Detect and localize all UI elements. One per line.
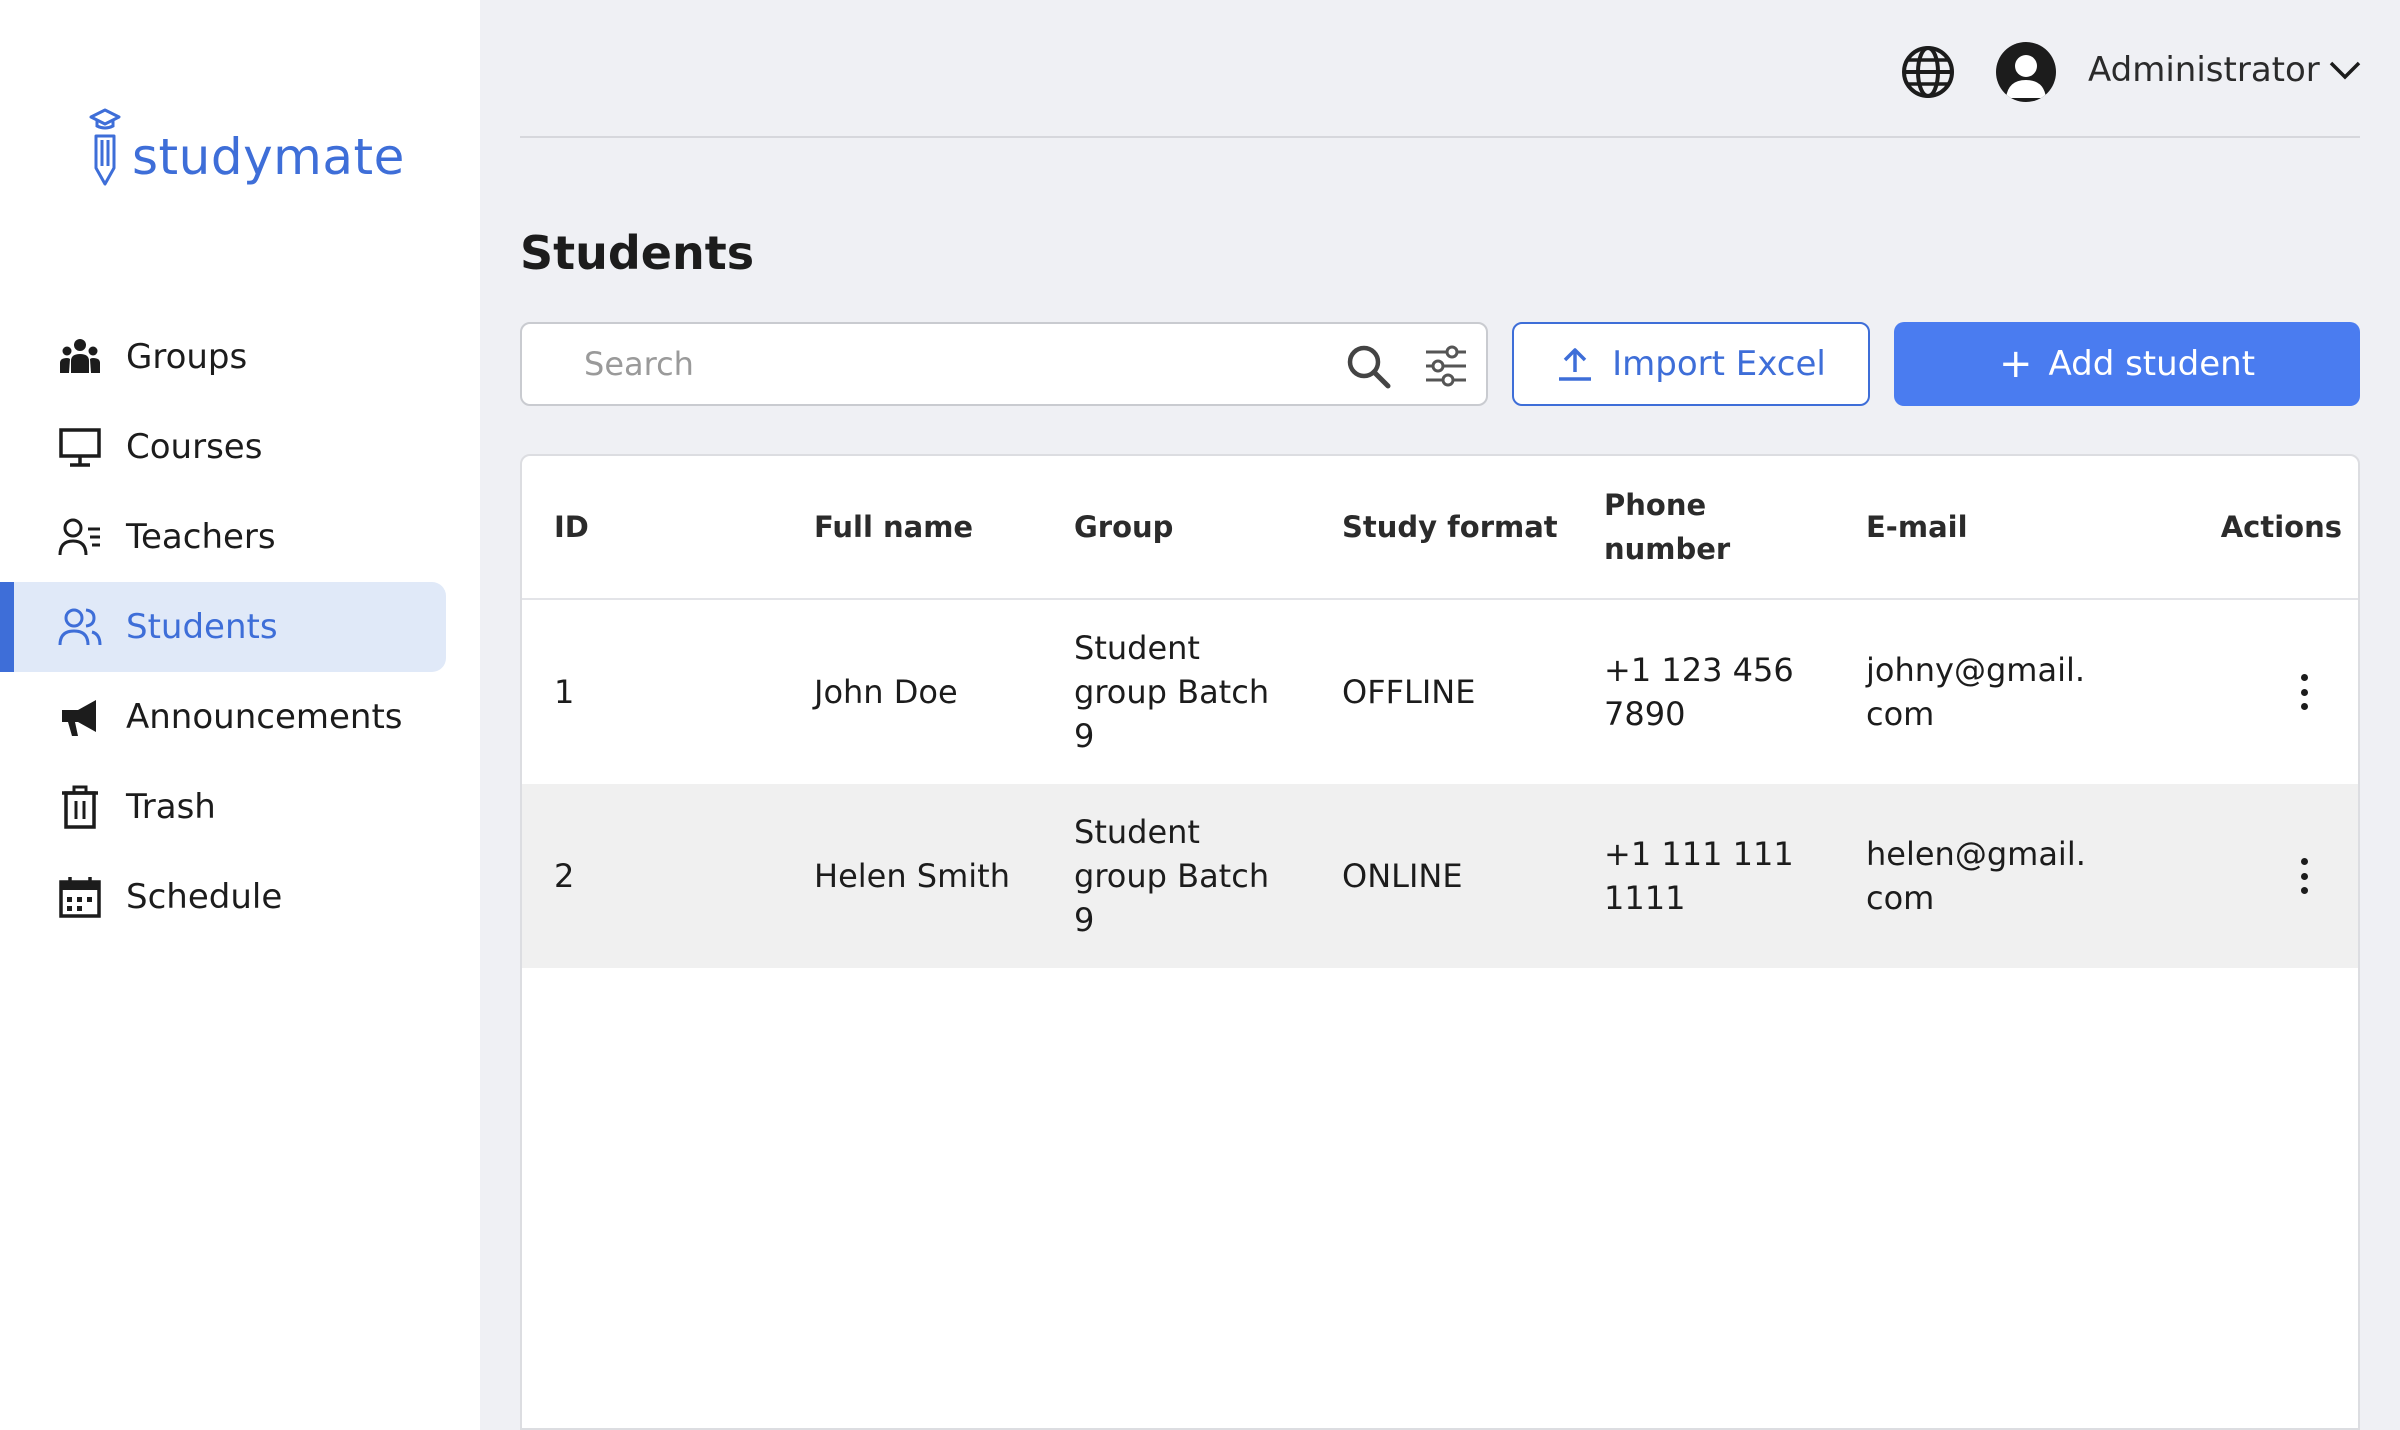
search-input[interactable] (584, 338, 1304, 390)
import-excel-label: Import Excel (1612, 344, 1826, 384)
plus-icon: + (1998, 341, 2033, 387)
sidebar-item-label: Trash (126, 787, 216, 827)
sidebar-item-label: Announcements (126, 697, 403, 737)
calendar-icon (58, 875, 102, 919)
sidebar-item-label: Schedule (126, 877, 283, 917)
search-icon[interactable] (1344, 342, 1392, 390)
column-header-id[interactable]: ID (554, 456, 774, 598)
cell-study-format: ONLINE (1342, 857, 1463, 895)
column-header-study-format[interactable]: Study format (1342, 456, 1572, 598)
trash-icon (58, 785, 102, 829)
column-header-full-name[interactable]: Full name (814, 456, 1054, 598)
import-excel-button[interactable]: Import Excel (1512, 322, 1870, 406)
cell-full-name: Helen Smith (814, 857, 1010, 895)
row-actions-menu-icon[interactable] (2292, 670, 2316, 714)
sidebar-item-groups[interactable]: Groups (0, 312, 480, 402)
sidebar-item-students[interactable]: Students (0, 582, 480, 672)
row-actions-menu-icon[interactable] (2292, 854, 2316, 898)
top-bar: Administrator (520, 0, 2362, 138)
teacher-icon (58, 515, 102, 559)
sidebar-nav: Groups Courses Teachers Students Announc… (0, 312, 480, 942)
column-header-actions: Actions (2220, 510, 2342, 544)
search-box (520, 322, 1488, 406)
sidebar-item-label: Courses (126, 427, 263, 467)
column-header-phone-number[interactable]: Phone number (1604, 456, 1774, 598)
add-student-label: Add student (2048, 344, 2256, 384)
sidebar-item-trash[interactable]: Trash (0, 762, 480, 852)
sidebar-item-announcements[interactable]: Announcements (0, 672, 480, 762)
upload-icon (1559, 348, 1592, 381)
table-row[interactable]: 2 Helen Smith Student group Batch 9 ONLI… (522, 784, 2358, 968)
cell-group: Student group Batch 9 (1074, 629, 1270, 755)
add-student-button[interactable]: + Add student (1894, 322, 2360, 406)
brand-name: studymate (132, 128, 405, 186)
chevron-down-icon[interactable] (2328, 58, 2362, 82)
sidebar-item-label: Groups (126, 337, 248, 377)
megaphone-icon (58, 695, 102, 739)
user-name[interactable]: Administrator (2088, 50, 2320, 90)
sidebar: studymate Groups Courses Teachers Studen… (0, 0, 480, 1430)
sidebar-item-schedule[interactable]: Schedule (0, 852, 480, 942)
groups-icon (58, 335, 102, 379)
filter-sliders-icon[interactable] (1424, 344, 1468, 388)
user-avatar-icon (2006, 55, 2046, 98)
sidebar-item-label: Teachers (126, 517, 276, 557)
column-header-email[interactable]: E-mail (1866, 456, 2096, 598)
cell-id: 1 (554, 673, 575, 711)
table-row[interactable]: 1 John Doe Student group Batch 9 OFFLINE… (522, 600, 2358, 784)
students-table: ID Full name Group Study format Phone nu… (520, 454, 2360, 1430)
cell-phone: +1 123 456 7890 (1604, 651, 1794, 733)
cell-study-format: OFFLINE (1342, 673, 1476, 711)
sidebar-item-courses[interactable]: Courses (0, 402, 480, 492)
table-header-row: ID Full name Group Study format Phone nu… (522, 456, 2358, 600)
avatar[interactable] (1996, 42, 2056, 102)
cell-group: Student group Batch 9 (1074, 813, 1270, 939)
cell-email: johny@gmail.com (1866, 651, 2086, 733)
sidebar-item-label: Students (126, 607, 278, 647)
cell-email: helen@gmail.com (1866, 835, 2086, 917)
monitor-icon (58, 425, 102, 469)
sidebar-item-teachers[interactable]: Teachers (0, 492, 480, 582)
page-title: Students (520, 226, 755, 280)
logo-mark-icon (89, 108, 121, 186)
cell-full-name: John Doe (814, 673, 958, 711)
globe-icon[interactable] (1900, 44, 1956, 100)
students-icon (58, 605, 102, 649)
cell-id: 2 (554, 857, 575, 895)
cell-phone: +1 111 111 1111 (1604, 835, 1794, 917)
studymate-logo[interactable]: studymate (88, 98, 405, 190)
active-indicator (0, 582, 14, 672)
column-header-group[interactable]: Group (1074, 456, 1304, 598)
